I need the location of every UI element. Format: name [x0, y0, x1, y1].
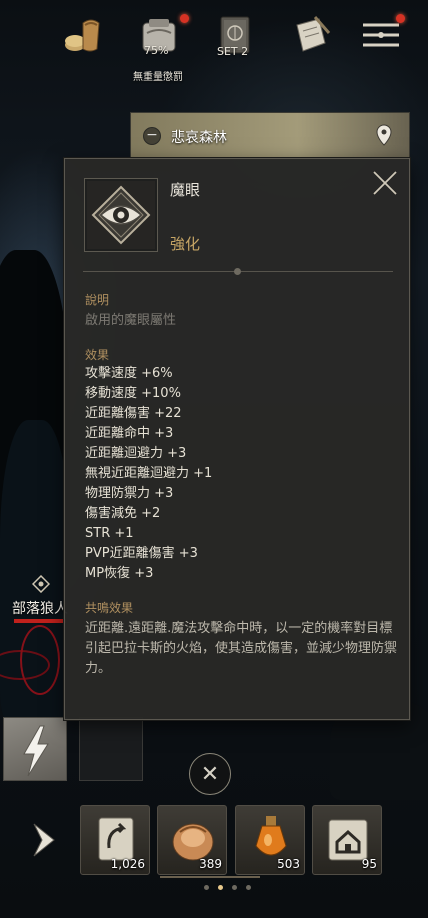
item-count: 95 — [361, 857, 377, 871]
effect-line: 無視近距離迴避力 +1 — [85, 466, 213, 481]
target-hp-bar — [14, 619, 66, 623]
effects-list: 攻擊速度 +6% 移動速度 +10% 近距離傷害 +22 近距離命中 +3 近距… — [85, 364, 212, 584]
minimap-collapse-button[interactable]: − — [143, 127, 161, 145]
effects-title: 效果 — [85, 348, 110, 362]
close-panel-button[interactable]: ✕ — [189, 753, 231, 795]
item-icon-frame — [84, 178, 158, 252]
close-icon[interactable] — [371, 169, 399, 197]
equipment-set-label: SET 2 — [217, 45, 249, 58]
quest-button[interactable] — [286, 10, 336, 60]
location-pin-icon[interactable] — [369, 121, 399, 151]
item-slot-orange-potion[interactable]: 503 — [235, 805, 305, 875]
item-grade: 強化 — [170, 235, 201, 253]
page-dot[interactable] — [204, 885, 209, 890]
weight-percent: 75% — [144, 44, 169, 57]
demon-eye-icon — [87, 181, 155, 249]
effect-line: 物理防禦力 +3 — [85, 486, 174, 501]
item-name: 魔眼 — [170, 181, 201, 199]
bottom-ornament-rail — [160, 876, 260, 878]
zone-name: 悲哀森林 — [171, 130, 227, 146]
resonance-text: 近距離.遠距離.魔法攻擊命中時，以一定的機率對目標引起巴拉卡斯的火焰，使其造成傷… — [85, 621, 398, 676]
bag-button[interactable] — [58, 10, 108, 60]
description-text: 啟用的魔眼屬性 — [85, 313, 177, 328]
effect-line: 近距離傷害 +22 — [85, 406, 182, 421]
bag-icon — [65, 19, 100, 52]
divider-ornament — [234, 268, 241, 275]
skill-slot-empty[interactable] — [79, 717, 143, 781]
skill-slot-lightning[interactable] — [3, 717, 67, 781]
notification-dot — [180, 14, 189, 23]
item-slot-return-scroll[interactable]: 1,026 — [80, 805, 150, 875]
item-count: 1,026 — [110, 857, 145, 871]
page-dot[interactable] — [246, 885, 251, 890]
description-title: 說明 — [85, 293, 110, 307]
effect-line: 移動速度 +10% — [85, 386, 181, 401]
expand-arrow-icon[interactable] — [30, 822, 58, 858]
page-indicator — [204, 885, 251, 890]
effect-line: PVP近距離傷害 +3 — [85, 546, 198, 561]
effect-line: 近距離命中 +3 — [85, 426, 174, 441]
resonance-title: 共鳴效果 — [85, 601, 134, 615]
item-count: 503 — [277, 857, 300, 871]
page-dot[interactable] — [218, 885, 223, 890]
item-count: 389 — [199, 857, 222, 871]
menu-notification-dot — [396, 14, 405, 23]
lightning-icon — [23, 725, 49, 777]
effect-line: STR +1 — [85, 526, 134, 541]
minimap-zone-bar[interactable]: − 悲哀森林 — [130, 112, 410, 160]
weight-status-label: 無重量懲罰 — [133, 72, 183, 83]
effect-line: 傷害減免 +2 — [85, 506, 161, 521]
target-marker-icon — [32, 575, 50, 593]
item-slot-village-scroll[interactable]: 95 — [312, 805, 382, 875]
effect-line: MP恢復 +3 — [85, 566, 154, 581]
target-monster-name[interactable]: 部落狼人 — [12, 598, 68, 618]
effect-line: 攻擊速度 +6% — [85, 366, 173, 381]
item-tooltip-panel: 魔眼 強化 說明 啟用的魔眼屬性 效果 攻擊速度 +6% 移動速度 +10% 近… — [64, 158, 410, 720]
item-slot-potion-bag[interactable]: 389 — [157, 805, 227, 875]
page-dot[interactable] — [232, 885, 237, 890]
quest-scroll-icon — [296, 16, 331, 52]
effect-line: 近距離迴避力 +3 — [85, 446, 187, 461]
